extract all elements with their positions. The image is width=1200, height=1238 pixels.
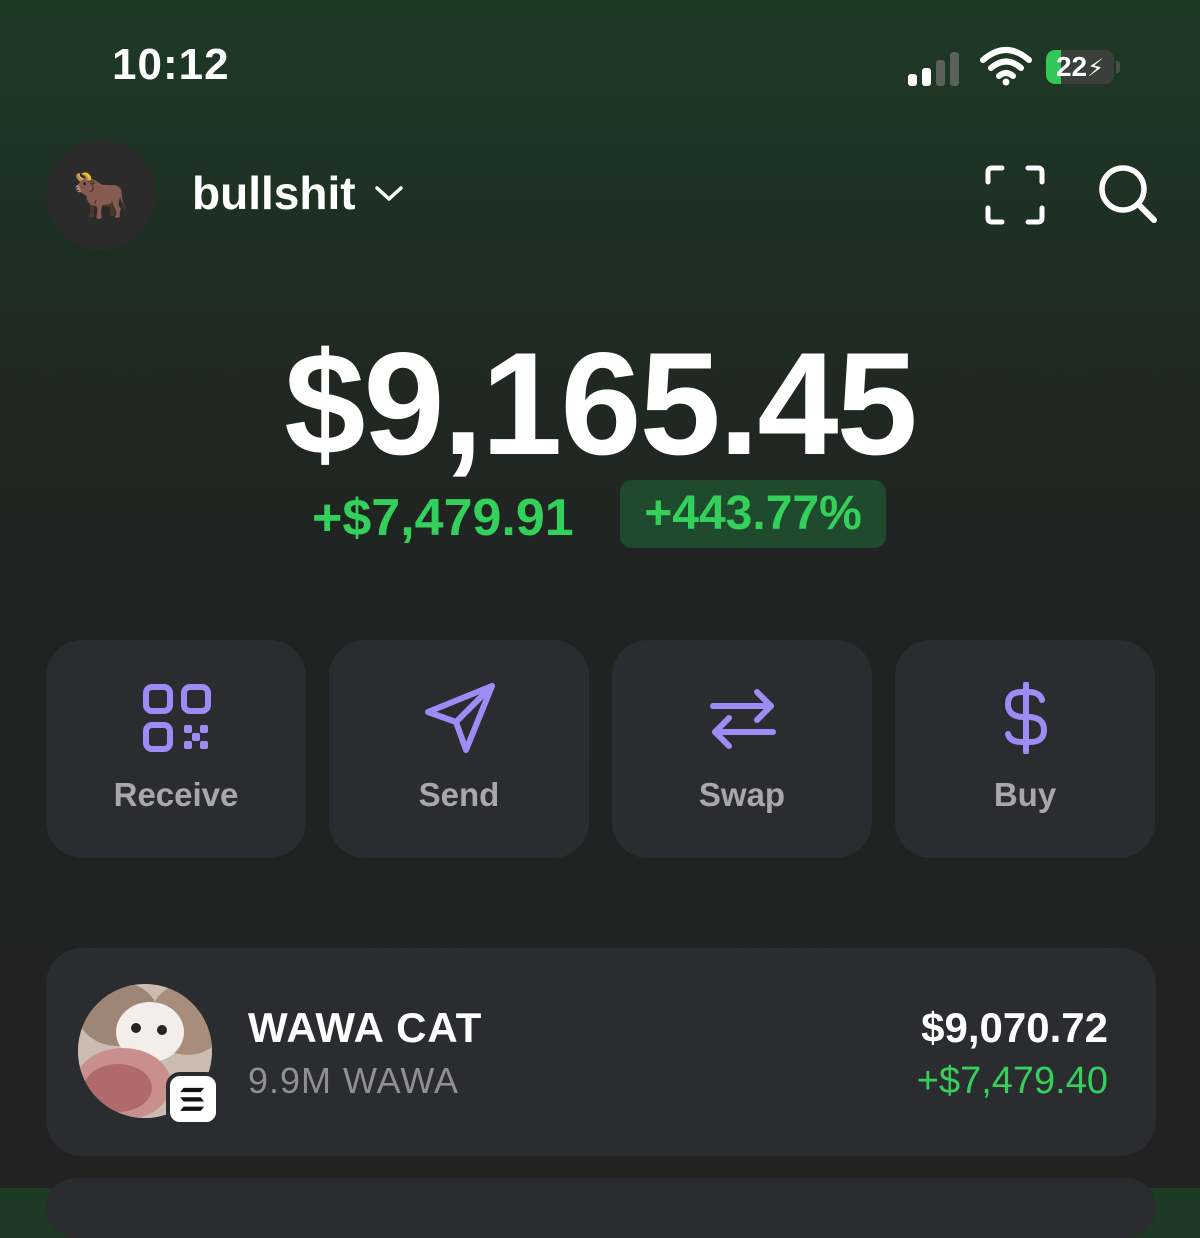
swap-button[interactable]: Swap: [612, 640, 872, 858]
token-row-next[interactable]: [46, 1178, 1156, 1238]
token-row-wawa-cat[interactable]: WAWA CAT 9.9M WAWA $9,070.72 +$7,479.40: [46, 948, 1156, 1156]
account-avatar[interactable]: 🐂: [46, 140, 156, 250]
qr-code-icon: [143, 684, 211, 752]
receive-button[interactable]: Receive: [46, 640, 306, 858]
token-name: WAWA CAT: [248, 1004, 483, 1051]
token-change: +$7,479.40: [916, 1060, 1108, 1102]
swap-icon: [710, 689, 776, 749]
bull-avatar-icon: 🐂: [72, 168, 130, 221]
search-icon[interactable]: [1096, 162, 1160, 226]
chevron-down-icon[interactable]: [372, 182, 406, 206]
token-value: $9,070.72: [921, 1004, 1108, 1051]
swap-label: Swap: [698, 776, 786, 813]
dollar-icon: [1005, 682, 1047, 754]
balance-change-amount: +$7,479.91: [312, 489, 574, 547]
cellular-signal-icon: [908, 50, 964, 86]
account-name[interactable]: bullshit: [192, 166, 356, 220]
total-balance: $9,165.45: [284, 322, 918, 485]
balance-change-row: +$7,479.91 +443.77%: [0, 480, 1200, 550]
battery-indicator: 22⚡: [1046, 50, 1120, 86]
receive-label: Receive: [113, 776, 239, 813]
token-quantity: 9.9M WAWA: [248, 1060, 460, 1101]
buy-button[interactable]: Buy: [895, 640, 1155, 858]
status-bar: 10:12 22⚡: [0, 0, 1200, 130]
send-button[interactable]: Send: [329, 640, 589, 858]
battery-level: 22⚡: [1055, 51, 1104, 82]
action-buttons: Receive Send Swap Buy: [46, 640, 1156, 858]
balance-change-percent-badge: +443.77%: [620, 480, 886, 548]
send-icon: [425, 683, 495, 753]
scan-icon[interactable]: [984, 164, 1046, 226]
status-time: 10:12: [112, 40, 230, 89]
buy-label: Buy: [993, 776, 1057, 813]
send-label: Send: [418, 776, 500, 813]
wifi-icon: [980, 47, 1032, 86]
wallet-header: 🐂 bullshit: [0, 130, 1200, 260]
solana-icon: [166, 1072, 220, 1126]
bolt-icon: ⚡: [1087, 55, 1104, 82]
